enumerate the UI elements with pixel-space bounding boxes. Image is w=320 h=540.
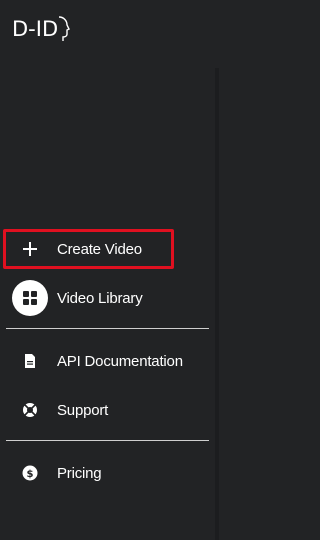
logo-text: D-ID <box>12 17 59 41</box>
create-video-highlight <box>3 229 174 269</box>
dollar-coin-icon: $ <box>21 464 39 482</box>
sidebar: D-ID Create Video Video Library API Docu… <box>0 0 219 540</box>
divider <box>6 328 209 329</box>
lifebuoy-icon <box>21 401 39 419</box>
nav-item-label: API Documentation <box>57 352 183 370</box>
document-icon <box>22 353 38 369</box>
nav-item-label: Video Library <box>57 289 143 307</box>
nav-item-label: Support <box>57 401 109 419</box>
nav-item-api-documentation[interactable]: API Documentation <box>0 341 219 381</box>
brand-logo[interactable]: D-ID <box>12 14 71 44</box>
grid-icon <box>12 280 48 316</box>
svg-text:$: $ <box>27 469 34 480</box>
nav-item-pricing[interactable]: $ Pricing <box>0 453 219 493</box>
face-profile-icon <box>59 16 71 41</box>
nav-item-video-library[interactable]: Video Library <box>0 278 219 318</box>
nav-item-support[interactable]: Support <box>0 390 219 430</box>
divider <box>6 440 209 441</box>
nav-item-label: Pricing <box>57 464 102 482</box>
